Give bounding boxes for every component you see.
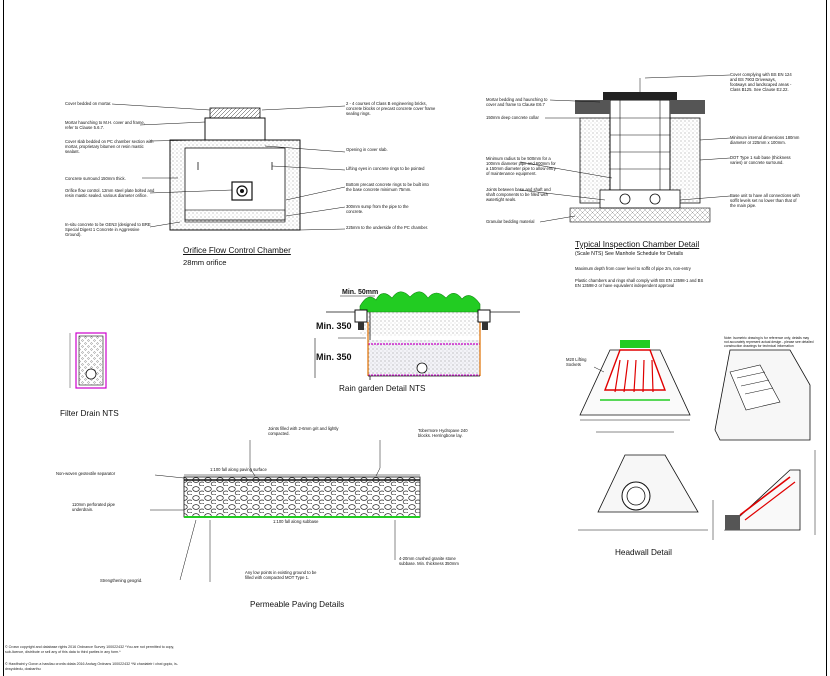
headwall-drawing [578, 340, 816, 540]
label-min-radius: Minimum radius to be 500mm for a 100mm d… [486, 156, 556, 176]
label-cover-complying: Cover complying with BS EN 124 and BS 79… [730, 72, 792, 92]
label-joints: Joints between base and shaft and shaft … [486, 187, 551, 202]
label-deep-collar: 150mm deep concrete collar [486, 115, 539, 120]
label-m20: M20 Lifting Sockets [566, 357, 587, 367]
permeable-paving-drawing [150, 440, 421, 582]
label-fall-subbase: 1:100 fall along subbase [273, 519, 319, 524]
label-orifice-control: Orifice flow control. 12mm steel plate b… [65, 188, 155, 198]
orifice-chamber-drawing [111, 103, 346, 231]
label-perforated: 110mm perforated pipe underdrain. [72, 502, 115, 512]
copyright-en: © Crown copyright and database rights 20… [5, 645, 175, 654]
filter-drain-title: Filter Drain NTS [60, 409, 119, 418]
label-lifting-eyes: Lifting eyes in concrete rings to be poi… [346, 166, 425, 171]
label-geogrid: Strengthening geogrid. [100, 578, 143, 583]
label-cover-bedded: Cover bedded on mortar. [65, 101, 112, 106]
label-mortar-haunching: Mortar haunching to M.H. cover and frame… [65, 120, 145, 130]
label-dot-type: DOT Type 1 sub base (thickness varies) o… [730, 155, 791, 165]
label-low-points: Any low points in existing ground to be … [245, 570, 317, 580]
label-sump: 300mm sump from the pipe to the concrete… [346, 204, 409, 214]
label-plastic: Plastic chambers and rings shall comply … [575, 278, 704, 288]
label-cover-slab: Cover slab bedded on PC chamber section … [65, 139, 154, 154]
label-concrete-surround: Concrete surround 150mm thick. [65, 176, 126, 181]
label-joints-filled: Joints filled with 2-6mm grit and lightl… [268, 426, 339, 436]
dim-min-50mm: Min. 50mm [342, 289, 379, 296]
paving-title: Permeable Paving Details [250, 600, 345, 609]
dim-min-350-b: Min. 350 [316, 352, 352, 362]
filter-drain-drawing [69, 332, 107, 389]
label-opening: Opening in cover slab. [346, 147, 388, 152]
label-underside: 225mm to the underside of the PC chamber… [346, 225, 429, 230]
label-min-internal: Minimum internal dimensions 180mm diamet… [730, 135, 800, 145]
label-bottom-precast: Bottom precast concrete rings to be buil… [346, 182, 429, 192]
label-mortar-bedding: Mortar bedding and haunching to cover an… [486, 97, 548, 107]
label-base-unit: Base unit to have all connections with s… [730, 193, 800, 208]
orifice-title: Orifice Flow Control Chamber [183, 246, 291, 255]
label-geotextile: Non-woven geotextile separator [56, 471, 116, 476]
drawing-sheet: Cover bedded on mortar. Mortar haunching… [0, 0, 830, 676]
rain-garden-title: Rain garden Detail NTS [339, 384, 426, 393]
label-courses-brick: 2 - 4 courses of Class B engineering bri… [346, 101, 436, 116]
label-max-depth: Maximum depth from cover level to soffit… [575, 266, 691, 271]
headwall-title: Headwall Detail [615, 548, 672, 557]
label-granular: Granular bedding material [486, 219, 535, 224]
inspection-subtitle: (Scale NTS) See Manhole Schedule for Det… [575, 251, 684, 257]
label-tobermore: Tobermore Hydropave 240 blocks. Herringb… [418, 428, 468, 438]
label-fall-surface: 1:100 fall along paving surface [210, 467, 267, 472]
label-in-situ: In-situ concrete to be GEN3 (designed to… [65, 222, 151, 237]
inspection-title: Typical Inspection Chamber Detail [575, 240, 700, 249]
label-granite: 4-20mm crushed granite stone subbase. Mi… [399, 556, 459, 566]
headwall-note: Note: Isometric drawing is for reference… [724, 336, 814, 349]
orifice-subtitle: 28mm orifice [183, 258, 227, 267]
rain-garden-drawing [314, 291, 520, 380]
dim-min-350-a: Min. 350 [316, 321, 352, 331]
copyright-cy: © Hawlfraint y Goron a hawliau cronfa dd… [5, 662, 179, 671]
